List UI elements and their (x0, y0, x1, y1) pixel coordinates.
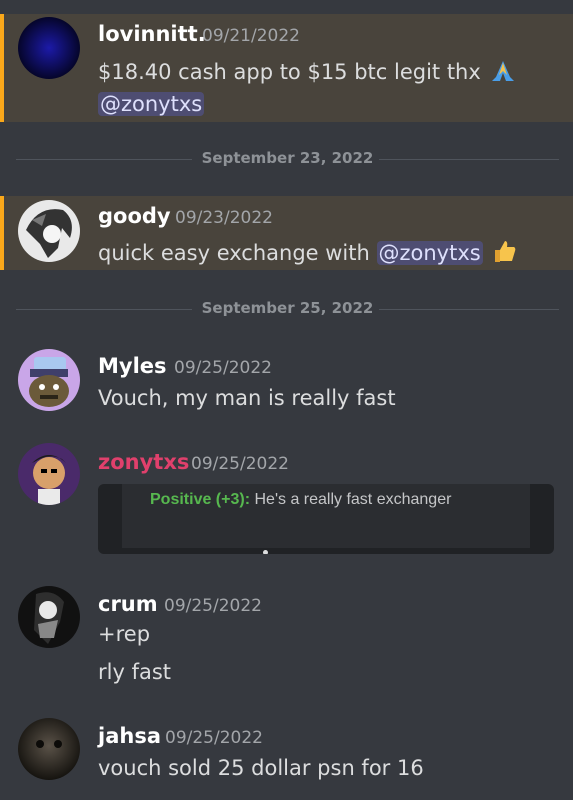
embed-text: He's a really fast exchanger (254, 491, 452, 508)
avatar[interactable] (18, 586, 80, 648)
avatar[interactable] (18, 349, 80, 411)
timestamp: 09/25/2022 (164, 596, 262, 616)
folded-hands-icon (490, 59, 516, 88)
message-lovinnitt: lovinnitt. 09/21/2022 $18.40 cash app to… (0, 14, 573, 122)
author-name[interactable]: lovinnitt. (98, 22, 206, 46)
positive-label: Positive (+3): (150, 491, 251, 508)
author-name[interactable]: zonytxs (98, 450, 189, 474)
message-crum: crum 09/25/2022 +rep rly fast (0, 584, 573, 694)
timestamp: 09/23/2022 (175, 208, 273, 228)
message-text: +rep (98, 622, 151, 646)
date-divider: September 25, 2022 (16, 299, 559, 319)
message-myles: Myles 09/25/2022 Vouch, my man is really… (0, 346, 573, 416)
date-label: September 23, 2022 (201, 149, 374, 167)
message-text: vouch sold 25 dollar psn for 16 (98, 756, 424, 780)
timestamp: 09/21/2022 (202, 26, 300, 46)
message-text: rly fast (98, 660, 172, 684)
date-divider: September 23, 2022 (16, 149, 559, 169)
thumbs-up-icon (491, 238, 517, 269)
timestamp: 09/25/2022 (165, 728, 263, 748)
author-name[interactable]: goody (98, 204, 171, 228)
message-jahsa: jahsa 09/25/2022 vouch sold 25 dollar ps… (0, 716, 573, 796)
mention-zonytxs[interactable]: @zonytxs (376, 241, 483, 265)
author-name[interactable]: Myles (98, 354, 167, 378)
message-text: Vouch, my man is really fast (98, 386, 396, 410)
message-text: quick easy exchange with @zonytxs (98, 238, 517, 269)
avatar[interactable] (18, 443, 80, 505)
author-name[interactable]: crum (98, 592, 158, 616)
message-goody: goody 09/23/2022 quick easy exchange wit… (0, 196, 573, 270)
avatar[interactable] (18, 718, 80, 780)
author-name[interactable]: jahsa (98, 724, 161, 748)
mention-zonytxs[interactable]: @zonytxs (98, 92, 205, 116)
timestamp: 09/25/2022 (191, 454, 289, 474)
message-text: $18.40 cash app to $15 btc legit thx (98, 59, 516, 88)
message-embed: Positive (+3): He's a really fast exchan… (98, 484, 554, 554)
timestamp: 09/25/2022 (174, 358, 272, 378)
date-label: September 25, 2022 (201, 299, 374, 317)
avatar[interactable] (18, 200, 80, 262)
avatar[interactable] (18, 17, 80, 79)
